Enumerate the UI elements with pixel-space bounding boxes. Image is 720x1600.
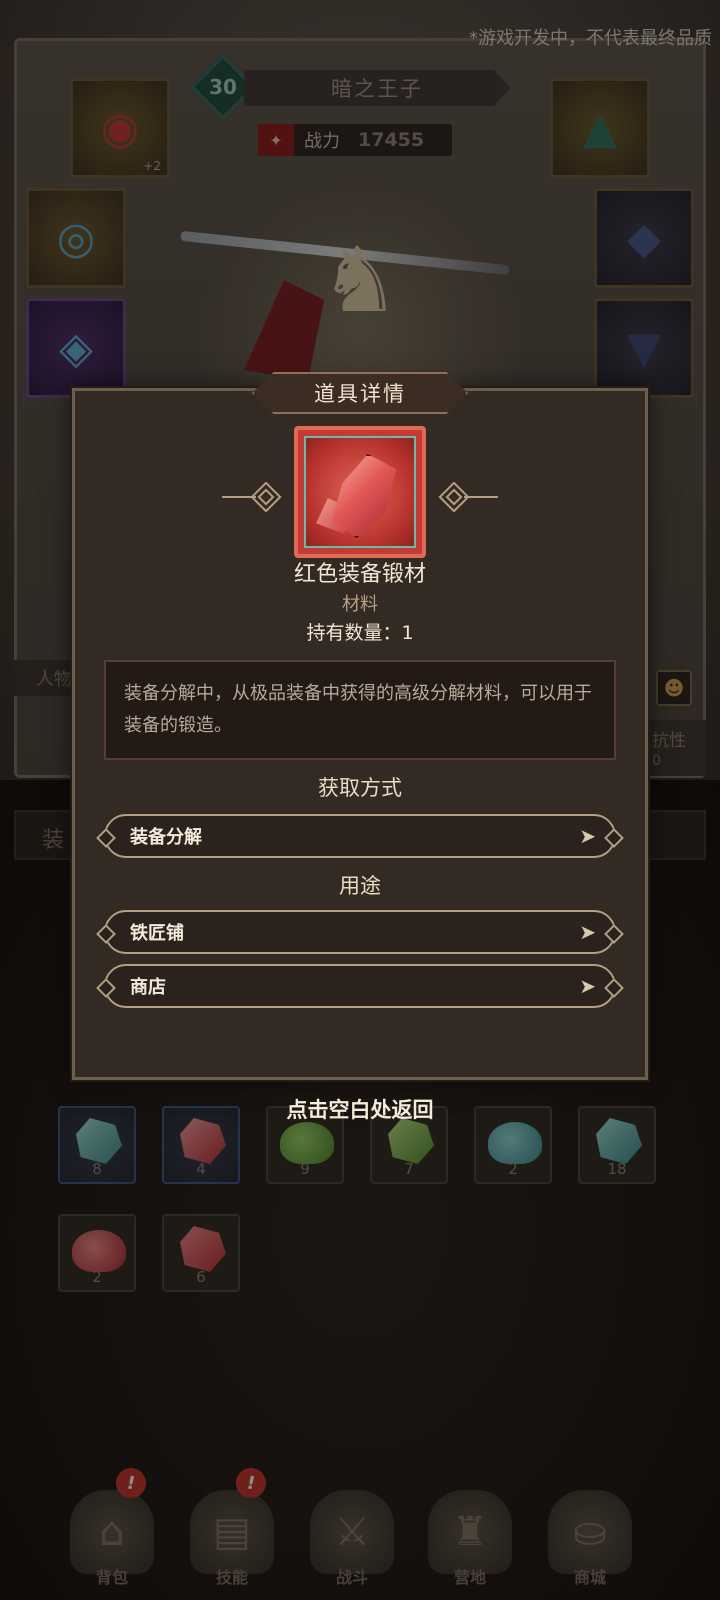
left-ornament xyxy=(222,482,282,512)
dialog-title: 道具详情 xyxy=(252,372,468,414)
arrow-right-icon: ➤ xyxy=(579,974,596,998)
item-type: 材料 xyxy=(342,594,378,615)
item-description: 装备分解中，从极品装备中获得的高级分解材料，可以用于装备的锻造。 xyxy=(104,660,616,760)
usage-row-shop[interactable]: 商店 ➤ xyxy=(104,964,616,1008)
red-crystal-icon xyxy=(304,436,416,548)
crystal-main xyxy=(331,454,397,538)
right-ornament xyxy=(438,482,498,512)
obtain-section-title: 获取方式 xyxy=(318,776,402,800)
row-label: 铁匠铺 xyxy=(130,923,184,944)
item-name: 红色装备锻材 xyxy=(293,562,426,587)
row-label: 装备分解 xyxy=(130,827,202,848)
usage-section-title: 用途 xyxy=(339,874,381,898)
obtain-row-equipment-disassembly[interactable]: 装备分解 ➤ xyxy=(104,814,616,858)
dismiss-hint: 点击空白处返回 xyxy=(286,1098,434,1122)
arrow-right-icon: ➤ xyxy=(579,920,596,944)
item-owned-count: 持有数量：1 xyxy=(306,622,414,644)
row-label: 商店 xyxy=(130,977,166,998)
item-icon-frame xyxy=(294,426,426,558)
usage-row-blacksmith[interactable]: 铁匠铺 ➤ xyxy=(104,910,616,954)
arrow-right-icon: ➤ xyxy=(579,824,596,848)
